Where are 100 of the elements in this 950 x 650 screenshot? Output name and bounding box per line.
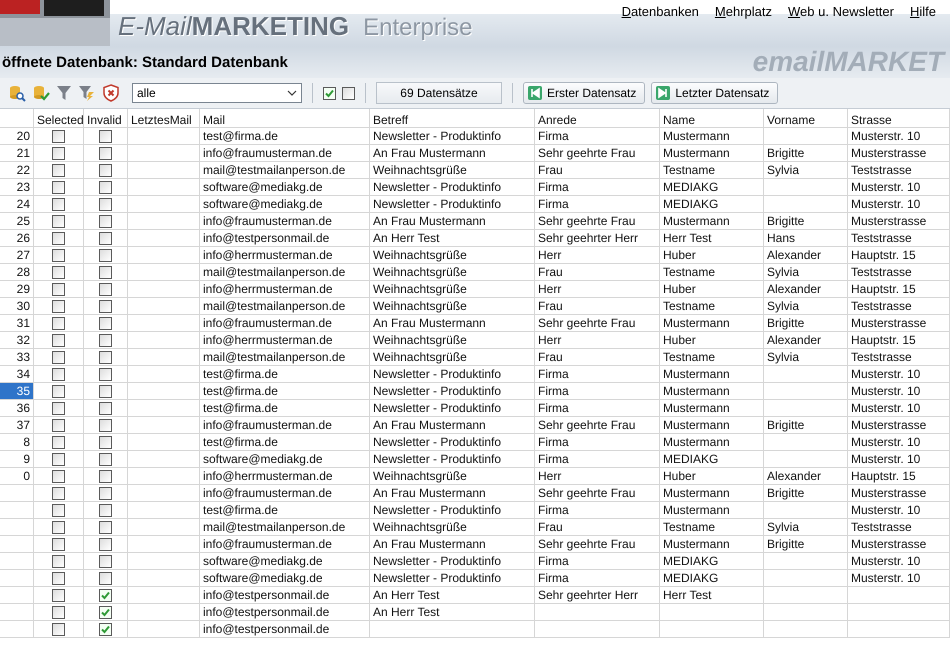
- selected-checkbox[interactable]: [52, 146, 65, 160]
- invalid-checkbox[interactable]: [99, 504, 112, 516]
- column-header[interactable]: Strasse: [851, 113, 892, 127]
- selected-checkbox[interactable]: [52, 164, 65, 176]
- database-search-icon[interactable]: [8, 84, 26, 102]
- invalid-checkbox[interactable]: [99, 130, 112, 142]
- invalid-checkbox[interactable]: [99, 248, 112, 262]
- row-number[interactable]: 0: [0, 468, 34, 485]
- selected-checkbox[interactable]: [52, 266, 65, 278]
- row-number[interactable]: 21: [0, 145, 34, 162]
- selected-checkbox[interactable]: [52, 588, 65, 602]
- invalid-checkbox[interactable]: [99, 266, 112, 278]
- invalid-checkbox[interactable]: [99, 180, 112, 194]
- row-number[interactable]: 20: [0, 128, 34, 145]
- selected-checkbox[interactable]: [52, 214, 65, 228]
- selected-checkbox[interactable]: [52, 538, 65, 550]
- row-number[interactable]: 22: [0, 162, 34, 179]
- row-number[interactable]: 25: [0, 213, 34, 230]
- column-header[interactable]: Selected: [37, 113, 83, 127]
- toolbar-checkbox[interactable]: [323, 86, 336, 100]
- column-header[interactable]: Betreff: [373, 113, 408, 127]
- invalid-checkbox[interactable]: [99, 470, 112, 482]
- invalid-checkbox[interactable]: [99, 486, 112, 500]
- selected-checkbox[interactable]: [52, 300, 65, 312]
- column-header[interactable]: Vorname: [767, 113, 816, 127]
- selected-checkbox[interactable]: [52, 452, 65, 466]
- row-number[interactable]: 36: [0, 400, 34, 417]
- invalid-checkbox[interactable]: [99, 316, 112, 330]
- menu-item[interactable]: Mehrplatz: [714, 4, 772, 19]
- selected-checkbox[interactable]: [52, 606, 65, 618]
- invalid-checkbox[interactable]: [99, 198, 112, 210]
- selected-checkbox[interactable]: [52, 470, 65, 482]
- invalid-checkbox[interactable]: [99, 622, 112, 636]
- row-number[interactable]: 23: [0, 179, 34, 196]
- selected-checkbox[interactable]: [52, 368, 65, 380]
- navigation-button[interactable]: Letzter Datensatz: [651, 82, 778, 104]
- selected-checkbox[interactable]: [52, 436, 65, 448]
- invalid-checkbox[interactable]: [99, 368, 112, 380]
- invalid-checkbox[interactable]: [99, 334, 112, 346]
- menu-item[interactable]: Web u. Newsletter: [788, 4, 894, 19]
- invalid-checkbox[interactable]: [99, 452, 112, 466]
- filter-dropdown[interactable]: alle: [132, 83, 302, 103]
- column-header[interactable]: Anrede: [538, 113, 577, 127]
- menu-item[interactable]: Datenbanken: [622, 4, 699, 19]
- row-number[interactable]: 30: [0, 298, 34, 315]
- selected-checkbox[interactable]: [52, 418, 65, 432]
- invalid-checkbox[interactable]: [99, 214, 112, 228]
- invalid-checkbox[interactable]: [99, 384, 112, 398]
- shield-icon[interactable]: [102, 84, 120, 102]
- column-header[interactable]: Invalid: [87, 113, 122, 127]
- column-header[interactable]: Mail: [203, 113, 226, 127]
- row-number[interactable]: 9: [0, 451, 34, 468]
- invalid-checkbox[interactable]: [99, 232, 112, 244]
- invalid-checkbox[interactable]: [99, 282, 112, 296]
- filter-icon[interactable]: [56, 84, 72, 102]
- row-number[interactable]: 37: [0, 417, 34, 434]
- invalid-checkbox[interactable]: [99, 520, 112, 534]
- invalid-checkbox[interactable]: [99, 538, 112, 550]
- invalid-checkbox[interactable]: [99, 300, 112, 312]
- menu-item[interactable]: Hilfe: [910, 4, 936, 19]
- row-number[interactable]: 28: [0, 264, 34, 281]
- invalid-checkbox[interactable]: [99, 606, 112, 618]
- filter-edit-icon[interactable]: [78, 84, 96, 102]
- selected-checkbox[interactable]: [52, 384, 65, 398]
- row-number[interactable]: 32: [0, 332, 34, 349]
- toolbar-checkbox[interactable]: [342, 86, 355, 100]
- selected-checkbox[interactable]: [52, 520, 65, 534]
- row-number[interactable]: 31: [0, 315, 34, 332]
- database-check-icon[interactable]: [32, 84, 50, 102]
- row-number[interactable]: 29: [0, 281, 34, 298]
- column-header[interactable]: Name: [663, 113, 696, 127]
- row-number[interactable]: 33: [0, 349, 34, 366]
- invalid-checkbox[interactable]: [99, 146, 112, 160]
- invalid-checkbox[interactable]: [99, 436, 112, 448]
- selected-checkbox[interactable]: [52, 554, 65, 568]
- selected-checkbox[interactable]: [52, 622, 65, 636]
- row-number[interactable]: 35: [0, 383, 34, 400]
- selected-checkbox[interactable]: [52, 232, 65, 244]
- column-header[interactable]: LetztesMail: [131, 113, 192, 127]
- invalid-checkbox[interactable]: [99, 402, 112, 414]
- selected-checkbox[interactable]: [52, 402, 65, 414]
- invalid-checkbox[interactable]: [99, 554, 112, 568]
- selected-checkbox[interactable]: [52, 180, 65, 194]
- row-number[interactable]: 8: [0, 434, 34, 451]
- invalid-checkbox[interactable]: [99, 588, 112, 602]
- selected-checkbox[interactable]: [52, 130, 65, 142]
- selected-checkbox[interactable]: [52, 248, 65, 262]
- selected-checkbox[interactable]: [52, 486, 65, 500]
- selected-checkbox[interactable]: [52, 334, 65, 346]
- selected-checkbox[interactable]: [52, 350, 65, 364]
- invalid-checkbox[interactable]: [99, 418, 112, 432]
- navigation-button[interactable]: Erster Datensatz: [523, 82, 646, 104]
- invalid-checkbox[interactable]: [99, 164, 112, 176]
- row-number[interactable]: 27: [0, 247, 34, 264]
- row-number[interactable]: 26: [0, 230, 34, 247]
- selected-checkbox[interactable]: [52, 504, 65, 516]
- selected-checkbox[interactable]: [52, 282, 65, 296]
- invalid-checkbox[interactable]: [99, 350, 112, 364]
- row-number[interactable]: 24: [0, 196, 34, 213]
- selected-checkbox[interactable]: [52, 316, 65, 330]
